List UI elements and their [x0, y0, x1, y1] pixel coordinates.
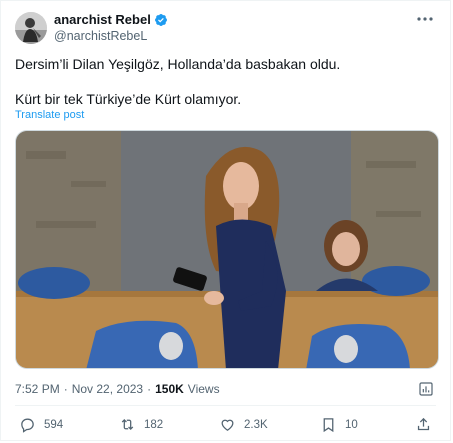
more-icon[interactable] [416, 12, 434, 26]
views-count: 150K [155, 382, 184, 396]
author-name[interactable]: anarchist Rebel [54, 12, 151, 27]
share-icon [417, 417, 430, 431]
like-count: 2.3K [244, 418, 268, 431]
bookmark-count: 10 [345, 418, 358, 431]
action-bar: 594 182 2.3K 10 [15, 416, 436, 436]
avatar[interactable] [15, 12, 47, 44]
share-button[interactable] [415, 416, 432, 433]
translate-post-link[interactable]: Translate post [15, 109, 84, 121]
tweet-date[interactable]: Nov 22, 2023 [72, 382, 143, 396]
author-handle[interactable]: @narchistRebeL [54, 29, 147, 43]
like-button[interactable]: 2.3K [219, 416, 268, 433]
reply-icon [21, 418, 34, 433]
bookmark-button[interactable]: 10 [320, 416, 358, 433]
repost-icon [121, 418, 134, 431]
reply-button[interactable]: 594 [19, 416, 63, 433]
tweet-text-line-2: Kürt bir tek Türkiye’de Kürt olamıyor. [15, 91, 242, 107]
tweet-time[interactable]: 7:52 PM [15, 382, 60, 396]
meta-separator: · [147, 382, 152, 396]
tweet-meta: 7:52 PM · Nov 22, 2023 · 150K Views [15, 382, 220, 396]
divider [15, 405, 436, 406]
repost-count: 182 [144, 418, 164, 431]
views-label: Views [187, 382, 220, 396]
reply-count: 594 [44, 418, 64, 431]
repost-button[interactable]: 182 [119, 416, 163, 433]
like-icon [221, 419, 234, 431]
tweet-photo[interactable] [15, 130, 439, 369]
bookmark-icon [323, 418, 334, 433]
author-row: anarchist Rebel [54, 12, 168, 27]
tweet-text-line-1: Dersim’li Dilan Yeşilgöz, Hollanda’da ba… [15, 56, 341, 72]
meta-separator: · [63, 382, 68, 396]
verified-badge-icon [154, 13, 167, 26]
analytics-icon[interactable] [418, 381, 434, 397]
tweet-card: anarchist Rebel @narchistRebeL Dersim’li… [0, 0, 451, 441]
